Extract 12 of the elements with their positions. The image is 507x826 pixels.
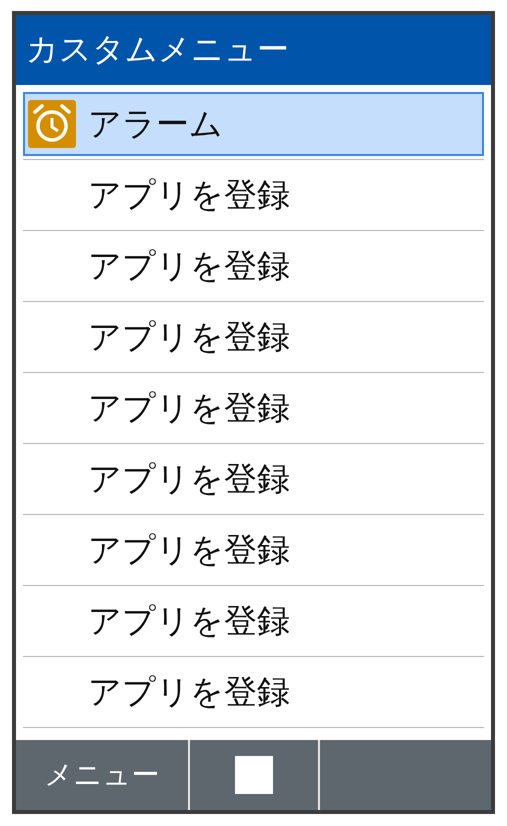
alarm-clock-icon xyxy=(28,100,76,148)
square-icon xyxy=(235,756,273,794)
menu-item[interactable]: アプリを登録 xyxy=(23,163,484,227)
menu-item[interactable]: アプリを登録 xyxy=(23,305,484,369)
menu-item[interactable]: アプリを登録 xyxy=(23,376,484,440)
menu-item[interactable]: アプリを登録 xyxy=(23,589,484,653)
screen-title: カスタムメニュー xyxy=(26,29,289,70)
menu-item[interactable]: アプリを登録 xyxy=(23,447,484,511)
menu-item[interactable]: アプリを登録 xyxy=(23,660,484,724)
menu-item[interactable]: アプリを登録 xyxy=(23,234,484,298)
menu-item[interactable]: アプリを登録 xyxy=(23,518,484,582)
menu-item[interactable]: アラーム xyxy=(23,92,484,156)
